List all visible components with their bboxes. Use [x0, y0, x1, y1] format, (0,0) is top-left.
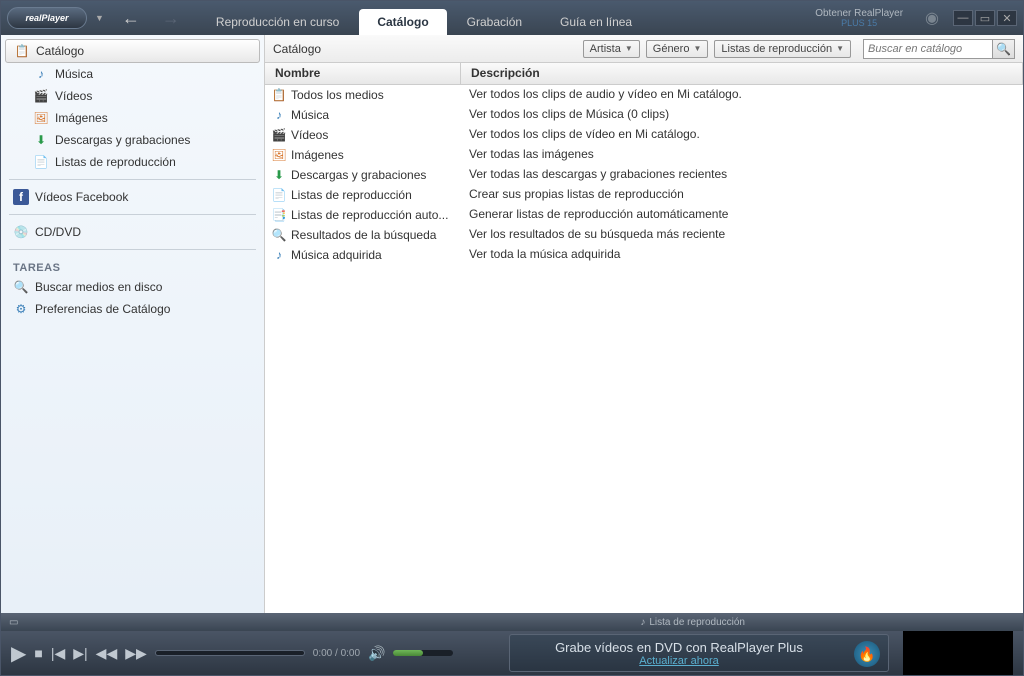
flame-icon: 🔥 — [854, 641, 880, 667]
sidebar-item-facebook[interactable]: f Vídeos Facebook — [1, 186, 264, 208]
forward-button[interactable]: → — [158, 5, 184, 31]
video-icon: 🎬 — [271, 127, 287, 143]
column-description[interactable]: Descripción — [461, 63, 1023, 84]
filter-dropdown-0[interactable]: Artista▼ — [583, 40, 640, 58]
search-disc-icon: 🔍 — [13, 279, 29, 295]
list-item[interactable]: 📋Todos los mediosVer todos los clips de … — [265, 85, 1023, 105]
column-headers: Nombre Descripción — [265, 63, 1023, 85]
music-icon: ♪ — [271, 107, 287, 123]
sidebar-item-catalog[interactable]: 📋 Catálogo — [5, 39, 260, 63]
maximize-button[interactable]: ▭ — [975, 10, 995, 26]
sidebar-item-label: Listas de reproducción — [55, 155, 176, 169]
image-icon: 🖼 — [271, 147, 287, 163]
next-button[interactable]: ▶| — [73, 645, 87, 662]
sidebar-item-video[interactable]: 🎬 Vídeos — [1, 85, 264, 107]
playlist-auto-icon: 📑 — [271, 207, 287, 223]
video-thumbnail — [903, 631, 1013, 675]
download-icon: ⬇ — [33, 132, 49, 148]
prefs-icon: ⚙ — [13, 301, 29, 317]
playlist-toggle[interactable]: ♪ Lista de reproducción — [640, 617, 745, 628]
volume-slider[interactable] — [393, 650, 453, 656]
video-icon: 🎬 — [33, 88, 49, 104]
play-button[interactable]: ▶ — [11, 641, 26, 666]
content-toolbar: Catálogo Artista▼ Género▼ Listas de reprod… — [265, 35, 1023, 63]
facebook-icon: f — [13, 189, 29, 205]
rewind-button[interactable]: ◀◀ — [96, 645, 118, 662]
volume-icon[interactable]: 🔊 — [368, 645, 385, 662]
player-bar: ▶ ■ |◀ ▶| ◀◀ ▶▶ 0:00 / 0:00 🔊 Grabe víde… — [1, 631, 1023, 675]
promo-text: Grabe vídeos en DVD con RealPlayer Plus — [555, 640, 803, 655]
sidebar-item-label: Catálogo — [36, 44, 84, 58]
logo-menu-arrow[interactable]: ▼ — [95, 13, 104, 23]
stop-button[interactable]: ■ — [34, 645, 42, 661]
music-icon: ♪ — [33, 66, 49, 82]
content-area: Catálogo Artista▼ Género▼ Listas de reprod… — [265, 35, 1023, 613]
sidebar-item-image[interactable]: 🖼 Imágenes — [1, 107, 264, 129]
catalog-icon: 📋 — [14, 43, 30, 59]
playlist-icon: 📄 — [271, 187, 287, 203]
music-icon: ♪ — [271, 247, 287, 263]
search-input[interactable] — [863, 39, 993, 59]
minimize-button[interactable]: — — [953, 10, 973, 26]
download-icon: ⬇ — [271, 167, 287, 183]
compact-toggle-icon[interactable]: ▭ — [9, 617, 18, 628]
chevron-down-icon: ▼ — [625, 44, 633, 53]
tab-1[interactable]: Catálogo — [359, 9, 446, 35]
list-item[interactable]: ♪MúsicaVer todos los clips de Música (0 … — [265, 105, 1023, 125]
playlist-icon: ♪ — [640, 617, 645, 628]
sidebar-item-label: Vídeos — [55, 89, 92, 103]
list-item[interactable]: ⬇Descargas y grabacionesVer todas las de… — [265, 165, 1023, 185]
sidebar-item-label: Descargas y grabaciones — [55, 133, 190, 147]
sidebar-item-cddvd[interactable]: 💿 CD/DVD — [1, 221, 264, 243]
playlist-icon: 📄 — [33, 154, 49, 170]
filter-dropdown-2[interactable]: Listas de reproducción▼ — [714, 40, 851, 58]
sidebar-item-label: Música — [55, 67, 93, 81]
sidebar-item-playlist[interactable]: 📄 Listas de reproducción — [1, 151, 264, 173]
main-tabs: Reproducción en cursoCatálogoGrabaciónGu… — [198, 1, 652, 35]
disc-icon: 💿 — [13, 224, 29, 240]
tab-3[interactable]: Guía en línea — [542, 9, 650, 35]
search-button[interactable]: 🔍 — [993, 39, 1015, 59]
tab-2[interactable]: Grabación — [449, 9, 540, 35]
promo-link[interactable]: Actualizar ahora — [639, 655, 719, 667]
list-item[interactable]: 📄Listas de reproducciónCrear sus propias… — [265, 185, 1023, 205]
list-item[interactable]: 📑Listas de reproducción auto...Generar l… — [265, 205, 1023, 225]
task-search-disc[interactable]: 🔍Buscar medios en disco — [1, 276, 264, 298]
promo-banner: Grabe vídeos en DVD con RealPlayer Plus … — [509, 634, 889, 672]
titlebar: realPlayer ▼ ← → Reproducción en cursoCa… — [1, 1, 1023, 35]
tasks-header: TAREAS — [1, 256, 264, 276]
list-item[interactable]: ♪Música adquiridaVer toda la música adqu… — [265, 245, 1023, 265]
list-item[interactable]: 🎬VídeosVer todos los clips de vídeo en M… — [265, 125, 1023, 145]
catalog-icon: 📋 — [271, 87, 287, 103]
prev-button[interactable]: |◀ — [51, 645, 65, 662]
list-item[interactable]: 🖼ImágenesVer todas las imágenes — [265, 145, 1023, 165]
close-button[interactable]: ✕ — [997, 10, 1017, 26]
seek-slider[interactable] — [155, 650, 305, 656]
chevron-down-icon: ▼ — [693, 44, 701, 53]
sidebar-item-music[interactable]: ♪ Música — [1, 63, 264, 85]
view-mode-icon[interactable]: ◉ — [925, 8, 939, 28]
back-button[interactable]: ← — [118, 5, 144, 31]
breadcrumb: Catálogo — [273, 42, 321, 56]
tab-0[interactable]: Reproducción en curso — [198, 9, 357, 35]
task-prefs[interactable]: ⚙Preferencias de Catálogo — [1, 298, 264, 320]
search-icon: 🔍 — [271, 227, 287, 243]
catalog-list: 📋Todos los mediosVer todos los clips de … — [265, 85, 1023, 613]
sidebar: 📋 Catálogo ♪ Música 🎬 Vídeos 🖼 Imágenes ⬇ Descarg… — [1, 35, 265, 613]
status-bar: ▭ ♪ Lista de reproducción — [1, 613, 1023, 631]
get-plus-link[interactable]: Obtener RealPlayer PLUS 15 — [815, 8, 903, 29]
chevron-down-icon: ▼ — [836, 44, 844, 53]
filter-dropdown-1[interactable]: Género▼ — [646, 40, 709, 58]
sidebar-item-label: Imágenes — [55, 111, 108, 125]
sidebar-item-download[interactable]: ⬇ Descargas y grabaciones — [1, 129, 264, 151]
column-name[interactable]: Nombre — [265, 63, 461, 84]
time-display: 0:00 / 0:00 — [313, 648, 360, 659]
fastfwd-button[interactable]: ▶▶ — [125, 645, 147, 662]
logo[interactable]: realPlayer — [7, 7, 87, 29]
image-icon: 🖼 — [33, 110, 49, 126]
list-item[interactable]: 🔍Resultados de la búsquedaVer los result… — [265, 225, 1023, 245]
